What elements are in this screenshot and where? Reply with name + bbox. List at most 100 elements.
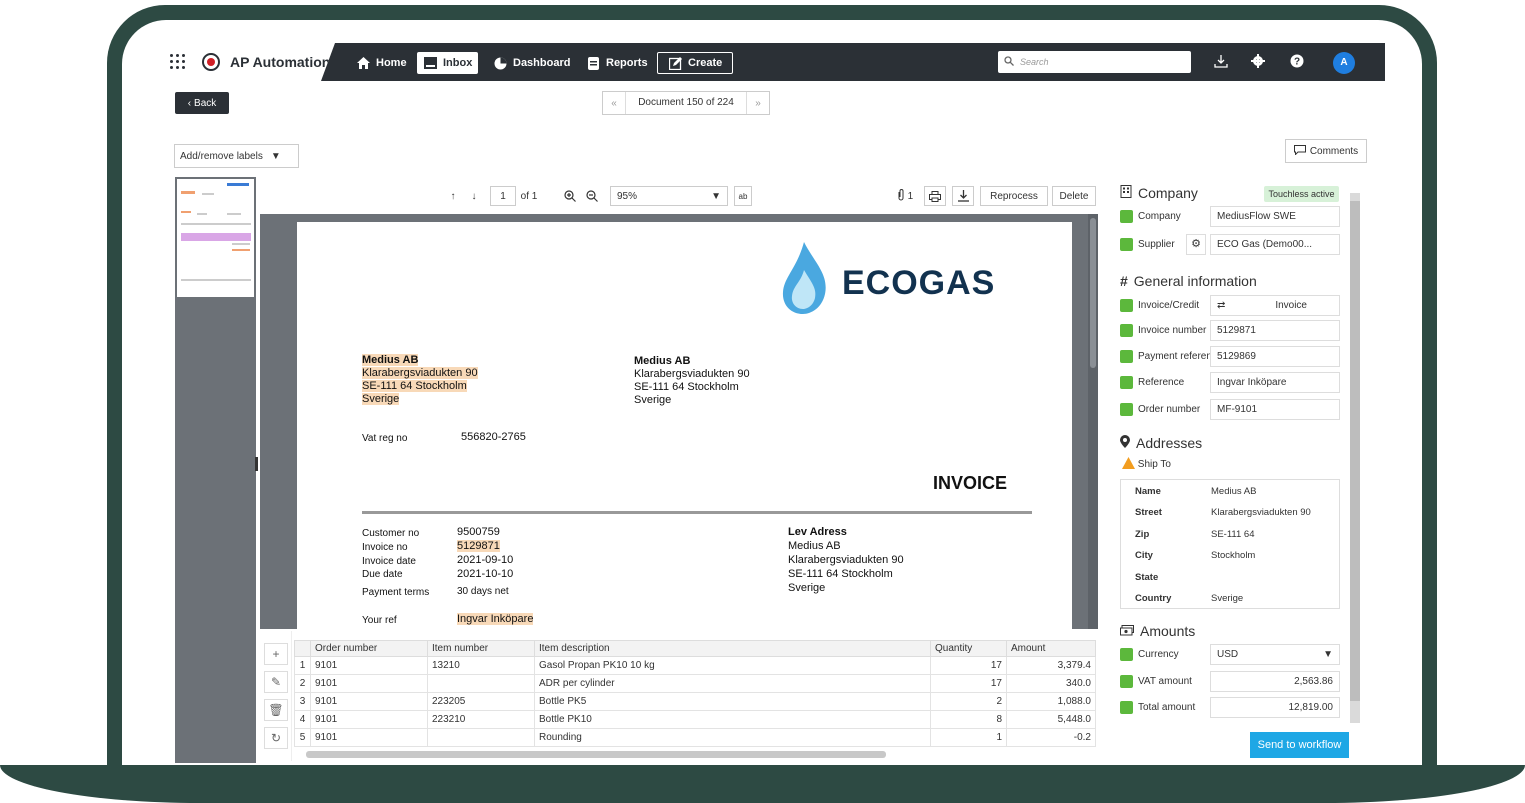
reprocess-button[interactable]: Reprocess <box>980 186 1048 206</box>
cell[interactable]: Rounding <box>534 728 931 747</box>
cell[interactable]: 223210 <box>427 710 535 729</box>
table-header[interactable]: Item description <box>534 640 931 657</box>
cell[interactable]: 17 <box>930 656 1007 675</box>
sender-line[interactable]: SE-111 64 Stockholm <box>362 380 467 392</box>
meta-value[interactable]: 5129871 <box>457 540 500 552</box>
table-header[interactable]: Item number <box>427 640 535 657</box>
send-to-workflow-button[interactable]: Send to workflow <box>1250 732 1349 758</box>
create-button[interactable]: Create <box>657 52 734 74</box>
cell[interactable]: ADR per cylinder <box>534 674 931 693</box>
attachment-count[interactable]: 1 <box>892 186 918 206</box>
nav-inbox-label: Inbox <box>443 57 473 69</box>
supplier-input[interactable]: ECO Gas (Demo00... <box>1210 234 1340 255</box>
panel-scrollbar[interactable] <box>1350 193 1360 723</box>
table-row[interactable]: 1 9101 13210 Gasol Propan PK10 10 kg 17 3,379… <box>294 656 1096 675</box>
nav-dashboard[interactable]: Dashboard <box>487 52 576 74</box>
supplier-settings-icon[interactable]: ⚙ <box>1186 234 1206 255</box>
cell[interactable]: 340.0 <box>1006 674 1096 693</box>
comments-button[interactable]: Comments <box>1285 139 1367 163</box>
lev-line: Medius AB <box>788 540 841 552</box>
cell[interactable]: 9101 <box>310 710 428 729</box>
cell[interactable]: 9101 <box>310 728 428 747</box>
vat-amount-input[interactable]: 2,563.86 <box>1210 671 1340 692</box>
table-header[interactable]: Amount <box>1006 640 1096 657</box>
print-icon[interactable] <box>924 186 946 206</box>
download-icon[interactable] <box>1213 54 1229 70</box>
arrow-up-icon[interactable]: ↑ <box>446 186 460 206</box>
payment-reference-field: Payment referenc <box>1120 346 1217 366</box>
cell[interactable]: 5,448.0 <box>1006 710 1096 729</box>
cell[interactable] <box>427 674 535 693</box>
total-amount-input[interactable]: 12,819.00 <box>1210 697 1340 718</box>
invoice-credit-toggle[interactable]: ⇄ Invoice <box>1210 295 1340 316</box>
viewer-scrollbar[interactable] <box>1088 214 1098 629</box>
cell[interactable]: Gasol Propan PK10 10 kg <box>534 656 931 675</box>
cell[interactable] <box>427 728 535 747</box>
cell[interactable]: 9101 <box>310 692 428 711</box>
delete-line-icon[interactable]: 🗑 <box>264 699 288 721</box>
labels-dropdown[interactable]: Add/remove labels ▼ <box>174 144 299 168</box>
cell[interactable]: 8 <box>930 710 1007 729</box>
cell[interactable]: 9101 <box>310 674 428 693</box>
addresses-section-title: Addresses <box>1136 435 1203 451</box>
nav-inbox[interactable]: Inbox <box>417 52 479 74</box>
add-line-icon[interactable]: + <box>264 643 288 665</box>
address-card[interactable]: Name Medius AB Street Klarabergsviadukten … <box>1120 479 1340 609</box>
table-h-scrollbar[interactable] <box>306 751 886 758</box>
cell[interactable]: -0.2 <box>1006 728 1096 747</box>
splitter-handle[interactable] <box>255 457 258 471</box>
payment-reference-input[interactable]: 5129869 <box>1210 346 1340 367</box>
currency-select[interactable]: USD ▼ <box>1210 644 1340 665</box>
table-header[interactable]: Order number <box>310 640 428 657</box>
cell[interactable]: 2 <box>930 692 1007 711</box>
sender-line[interactable]: Medius AB <box>362 354 419 366</box>
search-input[interactable]: Search <box>998 51 1191 73</box>
cell[interactable]: 223205 <box>427 692 535 711</box>
sender-line[interactable]: Sverige <box>362 393 400 405</box>
table-row[interactable]: 4 9101 223210 Bottle PK10 8 5,448.0 <box>294 710 1096 729</box>
document-viewer[interactable]: ECOGAS Medius AB Klarabergsviadukten 90 … <box>260 214 1098 629</box>
field-label: Payment referenc <box>1138 350 1217 362</box>
cell[interactable]: 1 <box>930 728 1007 747</box>
page-number-input[interactable]: 1 <box>490 186 516 206</box>
invoice-number-input[interactable]: 5129871 <box>1210 320 1340 341</box>
cell[interactable]: 1,088.0 <box>1006 692 1096 711</box>
table-row[interactable]: 5 9101 Rounding 1 -0.2 <box>294 728 1096 747</box>
next-document-button[interactable]: » <box>747 98 769 109</box>
cell[interactable]: Bottle PK10 <box>534 710 931 729</box>
delete-button[interactable]: Delete <box>1052 186 1096 206</box>
zoom-in-icon[interactable] <box>562 186 578 206</box>
settings-gear-icon[interactable] <box>1250 54 1266 70</box>
prev-document-button[interactable]: « <box>603 98 625 109</box>
edit-line-icon[interactable]: ✎ <box>264 671 288 693</box>
table-row[interactable]: 2 9101 ADR per cylinder 17 340.0 <box>294 674 1096 693</box>
text-select-icon[interactable]: ab <box>734 186 752 206</box>
table-row[interactable]: 3 9101 223205 Bottle PK5 2 1,088.0 <box>294 692 1096 711</box>
sender-line[interactable]: Klarabergsviadukten 90 <box>362 367 478 379</box>
company-input[interactable]: MediusFlow SWE <box>1210 206 1340 227</box>
redo-icon[interactable]: ↻ <box>264 727 288 749</box>
cell[interactable]: 9101 <box>310 656 428 675</box>
cell[interactable]: 17 <box>930 674 1007 693</box>
zoom-out-icon[interactable] <box>584 186 600 206</box>
help-icon[interactable]: ? <box>1289 54 1305 70</box>
cell[interactable]: 3,379.4 <box>1006 656 1096 675</box>
cell[interactable]: Bottle PK5 <box>534 692 931 711</box>
user-avatar[interactable]: A <box>1333 52 1355 74</box>
zoom-select[interactable]: 95% ▼ <box>610 186 728 206</box>
app-grid-icon[interactable] <box>170 54 186 70</box>
back-button[interactable]: ‹ Back <box>175 92 229 114</box>
order-number-input[interactable]: MF-9101 <box>1210 399 1340 420</box>
yourref-value[interactable]: Ingvar Inköpare <box>457 613 534 625</box>
table-header[interactable]: Quantity <box>930 640 1007 657</box>
nav-home[interactable]: Home <box>350 52 413 74</box>
download-icon[interactable] <box>952 186 974 206</box>
meta-value: 9500759 <box>457 526 500 538</box>
reference-input[interactable]: Ingvar Inköpare <box>1210 372 1340 393</box>
ship-to-label[interactable]: Ship To <box>1122 454 1171 474</box>
nav-reports[interactable]: Reports <box>580 52 654 74</box>
page-thumbnail[interactable] <box>177 179 254 297</box>
cell[interactable]: 13210 <box>427 656 535 675</box>
lev-line: Klarabergsviadukten 90 <box>788 554 904 566</box>
arrow-down-icon[interactable]: ↓ <box>467 186 481 206</box>
